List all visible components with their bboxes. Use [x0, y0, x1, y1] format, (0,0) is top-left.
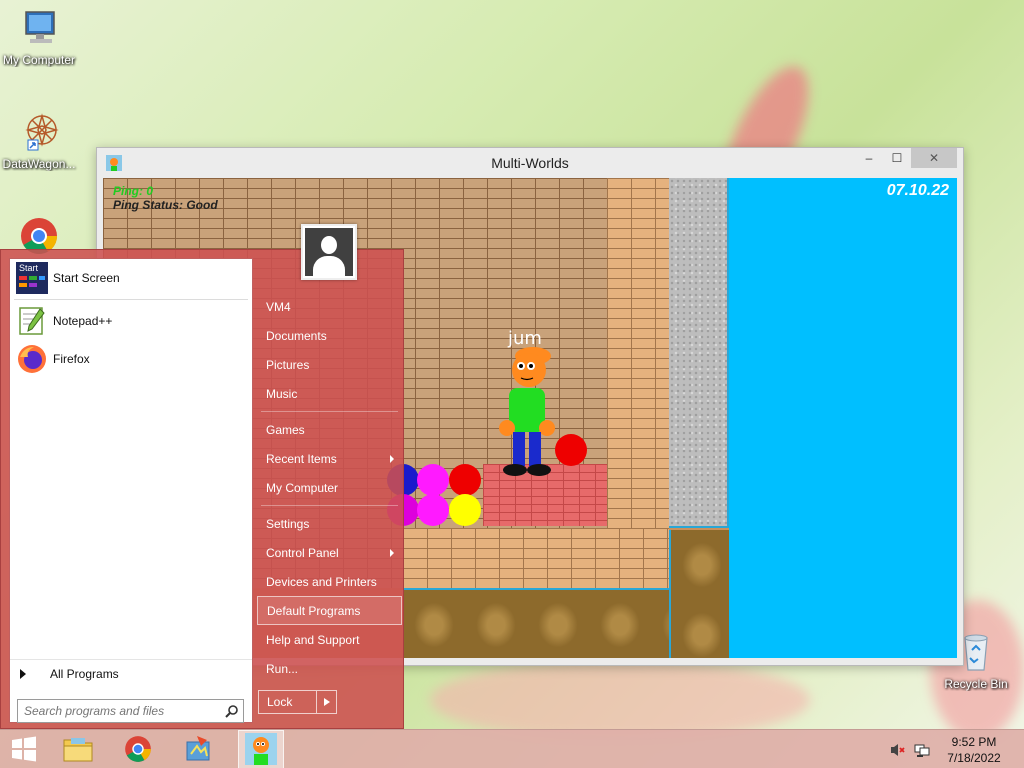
desktop-icon-datawagon[interactable]: DataWagon...	[0, 112, 78, 171]
lock-button[interactable]: Lock	[258, 690, 337, 714]
start-link-my-computer[interactable]: My Computer	[257, 473, 402, 502]
player-character	[499, 347, 555, 476]
lock-options-button[interactable]	[316, 691, 336, 713]
ping-status: Ping Status: Good	[113, 198, 218, 212]
start-link-recent-items[interactable]: Recent Items	[257, 444, 402, 473]
start-search-input[interactable]	[24, 704, 221, 718]
dirt-ground	[669, 530, 729, 658]
yellow-ball	[449, 494, 481, 526]
taskbar-file-explorer[interactable]	[48, 730, 108, 768]
start-menu-places: VM4 Documents Pictures Music Games Recen…	[257, 292, 402, 683]
windows-logo-icon	[12, 736, 36, 762]
all-programs-label: All Programs	[50, 666, 119, 681]
wallpaper-flower	[430, 660, 810, 740]
start-link-settings[interactable]: Settings	[257, 509, 402, 538]
brick-floor	[403, 528, 669, 588]
taskbar-clock[interactable]: 9:52 PM 7/18/2022	[934, 734, 1014, 766]
volume-muted-icon[interactable]	[886, 738, 910, 762]
arrow-right-icon	[20, 668, 26, 679]
firefox-icon	[18, 345, 46, 373]
start-link-control-panel[interactable]: Control Panel	[257, 538, 402, 567]
notepadpp-icon	[19, 307, 45, 335]
taskbar-media-app[interactable]	[168, 730, 228, 768]
start-link-pictures[interactable]: Pictures	[257, 350, 402, 379]
magenta-ball	[417, 494, 449, 526]
start-link-devices-printers[interactable]: Devices and Printers	[257, 567, 402, 596]
minimize-button[interactable]: –	[855, 148, 883, 168]
window-controls: – ☐ ✕	[855, 148, 957, 168]
brick-column	[607, 178, 669, 588]
user-picture[interactable]	[301, 224, 357, 280]
window-titlebar[interactable]: Multi-Worlds – ☐ ✕	[97, 148, 963, 178]
start-link-vm4[interactable]: VM4	[257, 292, 402, 321]
start-screen-icon: Start	[16, 262, 48, 294]
start-item-firefox[interactable]: Firefox	[10, 340, 252, 378]
divider	[261, 411, 398, 412]
game-date: 07.10.22	[886, 182, 949, 199]
start-item-label: Notepad++	[53, 314, 113, 328]
chevron-right-icon	[323, 698, 330, 706]
lock-label: Lock	[267, 695, 293, 709]
datawagon-icon	[18, 112, 60, 154]
desktop-icon-label: DataWagon...	[2, 157, 76, 171]
clock-date: 7/18/2022	[947, 750, 1001, 765]
desktop-icon-label: Recycle Bin	[944, 677, 1008, 691]
submenu-arrow-icon	[390, 548, 394, 557]
network-icon[interactable]	[910, 738, 934, 762]
desktop-icon-my-computer[interactable]: My Computer	[0, 8, 78, 67]
start-menu-programs: Start Start Screen Notepad++ Firefox All…	[9, 258, 253, 723]
computer-icon	[18, 8, 60, 50]
start-search-box[interactable]	[17, 699, 244, 723]
all-programs-button[interactable]: All Programs	[10, 659, 252, 687]
sky-area	[729, 178, 957, 658]
start-link-run[interactable]: Run...	[257, 654, 402, 683]
desktop-icon-label: My Computer	[2, 53, 76, 67]
ping-label: Ping: 0	[113, 184, 154, 198]
start-button[interactable]	[0, 730, 48, 768]
magenta-ball	[417, 464, 449, 496]
folder-icon	[63, 738, 93, 762]
chrome-icon	[125, 736, 151, 762]
start-link-music[interactable]: Music	[257, 379, 402, 408]
media-app-icon	[186, 736, 210, 761]
maximize-button[interactable]: ☐	[883, 148, 911, 168]
clock-time: 9:52 PM	[951, 734, 997, 749]
start-menu: Start Start Screen Notepad++ Firefox All…	[0, 224, 404, 729]
user-avatar-icon	[305, 228, 353, 276]
taskbar-multi-worlds[interactable]	[238, 729, 284, 768]
divider	[14, 299, 248, 300]
start-item-start-screen[interactable]: Start Start Screen	[10, 259, 252, 297]
start-link-help-support[interactable]: Help and Support	[257, 625, 402, 654]
multi-worlds-icon	[245, 733, 277, 765]
divider	[261, 505, 398, 506]
start-item-label: Start Screen	[53, 271, 120, 285]
search-icon[interactable]	[221, 700, 243, 722]
window-title: Multi-Worlds	[491, 155, 569, 171]
submenu-arrow-icon	[390, 454, 394, 463]
taskbar: 9:52 PM 7/18/2022	[0, 729, 1024, 768]
red-ball	[449, 464, 481, 496]
start-item-label: Firefox	[53, 352, 90, 366]
start-link-documents[interactable]: Documents	[257, 321, 402, 350]
taskbar-chrome[interactable]	[108, 730, 168, 768]
start-link-games[interactable]: Games	[257, 415, 402, 444]
stone-column	[669, 178, 729, 528]
system-tray: 9:52 PM 7/18/2022	[886, 730, 1024, 768]
close-button[interactable]: ✕	[911, 148, 957, 168]
start-item-notepadpp[interactable]: Notepad++	[10, 302, 252, 340]
start-link-default-programs[interactable]: Default Programs	[257, 596, 402, 625]
